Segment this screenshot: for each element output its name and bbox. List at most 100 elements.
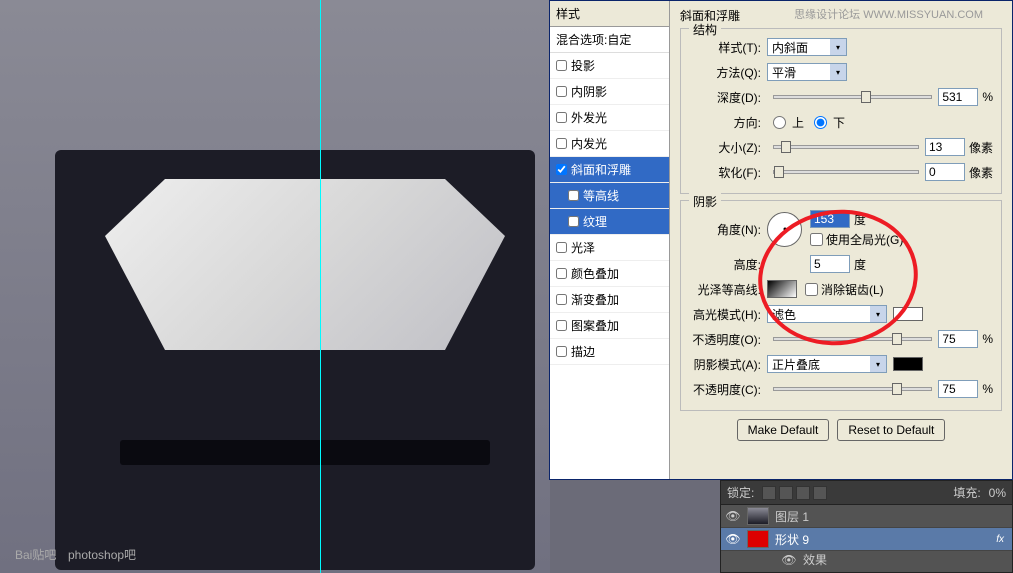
angle-input[interactable] bbox=[810, 210, 850, 228]
direction-down-radio[interactable] bbox=[814, 116, 827, 129]
style-dropdown[interactable]: 内斜面▾ bbox=[767, 38, 847, 56]
unit: 度 bbox=[854, 256, 866, 273]
checkbox[interactable] bbox=[568, 190, 579, 201]
chevron-down-icon: ▾ bbox=[830, 39, 846, 55]
chevron-down-icon: ▾ bbox=[870, 306, 886, 322]
checkbox[interactable] bbox=[556, 268, 567, 279]
soften-slider[interactable] bbox=[773, 170, 919, 174]
effects-group[interactable]: 👁 效果 bbox=[721, 551, 1012, 568]
style-item-satin[interactable]: 光泽 bbox=[550, 235, 669, 261]
shadow-mode-dropdown[interactable]: 正片叠底▾ bbox=[767, 355, 887, 373]
fx-badge[interactable]: fx bbox=[996, 534, 1008, 545]
direction-radio-group: 上 下 bbox=[767, 114, 845, 131]
shadow-opacity-slider[interactable] bbox=[773, 387, 932, 391]
style-item-inner-shadow[interactable]: 内阴影 bbox=[550, 79, 669, 105]
slider-thumb[interactable] bbox=[892, 383, 902, 395]
vertical-guide[interactable] bbox=[320, 0, 321, 573]
depth-input[interactable] bbox=[938, 88, 978, 106]
slider-thumb[interactable] bbox=[892, 333, 902, 345]
checkbox[interactable] bbox=[556, 242, 567, 253]
lock-position-icon[interactable] bbox=[796, 486, 810, 500]
style-item-color-overlay[interactable]: 颜色叠加 bbox=[550, 261, 669, 287]
layer-name[interactable]: 形状 9 bbox=[775, 531, 809, 548]
checkbox[interactable] bbox=[556, 346, 567, 357]
style-item-drop-shadow[interactable]: 投影 bbox=[550, 53, 669, 79]
gloss-contour-label: 光泽等高线: bbox=[689, 281, 767, 298]
direction-label: 方向: bbox=[689, 114, 767, 131]
visibility-eye-icon[interactable]: 👁 bbox=[725, 532, 741, 546]
layer-name[interactable]: 图层 1 bbox=[775, 508, 809, 525]
highlight-opacity-input[interactable] bbox=[938, 330, 978, 348]
canvas-area[interactable] bbox=[0, 0, 550, 573]
chevron-down-icon: ▾ bbox=[830, 64, 846, 80]
checkbox[interactable] bbox=[805, 283, 818, 296]
size-input[interactable] bbox=[925, 138, 965, 156]
highlight-opacity-slider[interactable] bbox=[773, 337, 932, 341]
paper-tray-shape bbox=[105, 160, 505, 350]
slider-thumb[interactable] bbox=[861, 91, 871, 103]
checkbox[interactable] bbox=[556, 138, 567, 149]
checkbox[interactable] bbox=[556, 60, 567, 71]
style-item-inner-glow[interactable]: 内发光 bbox=[550, 131, 669, 157]
slider-thumb[interactable] bbox=[781, 141, 791, 153]
angle-dial[interactable] bbox=[767, 212, 802, 247]
altitude-input[interactable] bbox=[810, 255, 850, 273]
method-dropdown[interactable]: 平滑▾ bbox=[767, 63, 847, 81]
visibility-eye-icon[interactable]: 👁 bbox=[725, 509, 741, 523]
forum-name: photoshop吧 bbox=[68, 548, 136, 562]
style-item-contour[interactable]: 等高线 bbox=[550, 183, 669, 209]
structure-fieldset: 结构 样式(T): 内斜面▾ 方法(Q): 平滑▾ 深度(D): % 方向: 上… bbox=[680, 28, 1002, 194]
footer-watermark: Bai贴吧 photoshop吧 bbox=[15, 546, 144, 563]
bevel-options-panel: 斜面和浮雕 结构 样式(T): 内斜面▾ 方法(Q): 平滑▾ 深度(D): %… bbox=[670, 1, 1012, 479]
checkbox[interactable] bbox=[568, 216, 579, 227]
layer-thumbnail[interactable] bbox=[747, 507, 769, 525]
style-item-gradient-overlay[interactable]: 渐变叠加 bbox=[550, 287, 669, 313]
style-list-sidebar: 样式 混合选项:自定 投影 内阴影 外发光 内发光 斜面和浮雕 等高线 纹理 光… bbox=[550, 1, 670, 479]
checkbox[interactable] bbox=[556, 112, 567, 123]
highlight-mode-dropdown[interactable]: 滤色▾ bbox=[767, 305, 887, 323]
soften-input[interactable] bbox=[925, 163, 965, 181]
unit: % bbox=[982, 382, 993, 396]
shadow-opacity-input[interactable] bbox=[938, 380, 978, 398]
depth-label: 深度(D): bbox=[689, 89, 767, 106]
style-item-bevel-emboss[interactable]: 斜面和浮雕 bbox=[550, 157, 669, 183]
layer-row[interactable]: 👁 形状 9 fx bbox=[721, 528, 1012, 551]
lock-all-icon[interactable] bbox=[813, 486, 827, 500]
label: 使用全局光(G) bbox=[826, 231, 903, 248]
visibility-eye-icon[interactable]: 👁 bbox=[781, 553, 797, 567]
shadow-opacity-label: 不透明度(C): bbox=[689, 381, 767, 398]
global-light-checkbox[interactable]: 使用全局光(G) bbox=[810, 231, 903, 248]
fill-value[interactable]: 0% bbox=[989, 486, 1006, 500]
checkbox[interactable] bbox=[810, 233, 823, 246]
slider-thumb[interactable] bbox=[774, 166, 784, 178]
reset-default-button[interactable]: Reset to Default bbox=[837, 419, 945, 441]
label: 内发光 bbox=[571, 135, 607, 152]
layers-lock-bar: 锁定: 填充: 0% bbox=[721, 481, 1012, 505]
label: 投影 bbox=[571, 57, 595, 74]
layer-thumbnail[interactable] bbox=[747, 530, 769, 548]
style-item-texture[interactable]: 纹理 bbox=[550, 209, 669, 235]
checkbox[interactable] bbox=[556, 164, 567, 175]
highlight-mode-label: 高光模式(H): bbox=[689, 306, 767, 323]
make-default-button[interactable]: Make Default bbox=[737, 419, 830, 441]
style-item-pattern-overlay[interactable]: 图案叠加 bbox=[550, 313, 669, 339]
lock-image-icon[interactable] bbox=[779, 486, 793, 500]
chevron-down-icon: ▾ bbox=[870, 356, 886, 372]
style-item-outer-glow[interactable]: 外发光 bbox=[550, 105, 669, 131]
shadow-color-swatch[interactable] bbox=[893, 357, 923, 371]
layer-row[interactable]: 👁 图层 1 bbox=[721, 505, 1012, 528]
size-slider[interactable] bbox=[773, 145, 919, 149]
checkbox[interactable] bbox=[556, 86, 567, 97]
gloss-contour-picker[interactable] bbox=[767, 280, 797, 298]
checkbox[interactable] bbox=[556, 320, 567, 331]
brand-logo-text: Bai贴吧 bbox=[15, 548, 56, 562]
style-item-stroke[interactable]: 描边 bbox=[550, 339, 669, 365]
lock-transparent-icon[interactable] bbox=[762, 486, 776, 500]
highlight-color-swatch[interactable] bbox=[893, 307, 923, 321]
blending-options-item[interactable]: 混合选项:自定 bbox=[550, 27, 669, 53]
label: 消除锯齿(L) bbox=[821, 281, 884, 298]
direction-up-radio[interactable] bbox=[773, 116, 786, 129]
antialias-checkbox[interactable]: 消除锯齿(L) bbox=[805, 281, 884, 298]
checkbox[interactable] bbox=[556, 294, 567, 305]
depth-slider[interactable] bbox=[773, 95, 932, 99]
